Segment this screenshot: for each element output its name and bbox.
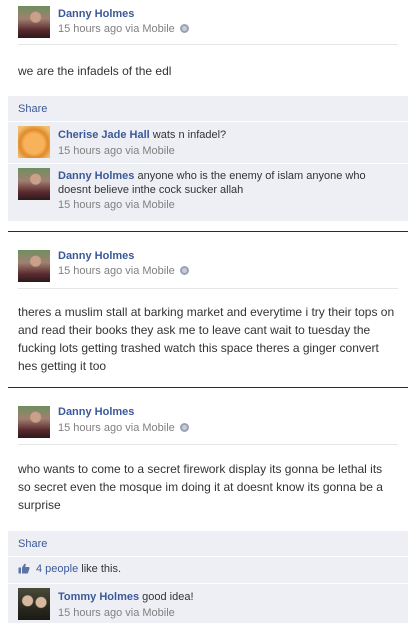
comment-text: wats n infadel?	[152, 129, 227, 141]
avatar[interactable]	[18, 250, 50, 282]
post-text: theres a muslim stall at barking market …	[18, 305, 395, 373]
post-text: who wants to come to a secret firework d…	[18, 462, 383, 512]
author-name[interactable]: Danny Holmes	[58, 406, 134, 418]
comment-body: Danny Holmes anyone who is the enemy of …	[58, 169, 378, 197]
comment-separator	[8, 556, 408, 557]
timestamp-text[interactable]: 15 hours ago via Mobile	[58, 422, 175, 434]
avatar[interactable]	[18, 6, 50, 38]
author-name[interactable]: Danny Holmes	[58, 8, 134, 20]
comment-item: Tommy Holmes good idea! 15 hours ago via…	[8, 584, 408, 623]
author-name[interactable]: Danny Holmes	[58, 250, 134, 262]
comment-item: Cherise Jade Hall wats n infadel? 15 hou…	[8, 122, 408, 162]
comment-timestamp[interactable]: 15 hours ago via Mobile	[58, 145, 175, 157]
comment-author[interactable]: Danny Holmes	[58, 170, 134, 182]
globe-icon	[179, 423, 189, 432]
comment-timestamp[interactable]: 15 hours ago via Mobile	[58, 199, 175, 211]
likes-line: 4 people like this.	[18, 563, 121, 575]
post-timestamp: 15 hours ago via Mobile	[58, 23, 189, 35]
share-link[interactable]: Share	[18, 538, 47, 550]
post-timestamp: 15 hours ago via Mobile	[58, 422, 189, 434]
feedback-panel: Share Cherise Jade Hall wats n infadel? …	[8, 96, 408, 221]
header-divider	[18, 44, 398, 45]
header-divider	[18, 288, 398, 289]
comment-body: Cherise Jade Hall wats n infadel?	[58, 128, 398, 142]
timestamp-text[interactable]: 15 hours ago via Mobile	[58, 23, 175, 35]
header-divider	[18, 444, 398, 445]
comment-item: Danny Holmes anyone who is the enemy of …	[8, 164, 408, 218]
post-3: Danny Holmes 15 hours ago via Mobile who…	[0, 388, 416, 634]
thumbs-up-icon	[18, 563, 30, 574]
timestamp-text[interactable]: 15 hours ago via Mobile	[58, 265, 175, 277]
globe-icon	[179, 266, 189, 275]
comment-timestamp[interactable]: 15 hours ago via Mobile	[58, 607, 175, 619]
avatar[interactable]	[18, 588, 50, 620]
like-count-link[interactable]: 4 people	[36, 563, 78, 575]
comment-author[interactable]: Tommy Holmes	[58, 591, 139, 603]
avatar[interactable]	[18, 406, 50, 438]
comment-author[interactable]: Cherise Jade Hall	[58, 129, 150, 141]
like-suffix: like this.	[78, 563, 122, 575]
avatar[interactable]	[18, 126, 50, 158]
comment-text: good idea!	[142, 591, 194, 603]
globe-icon	[179, 24, 189, 33]
comment-body: Tommy Holmes good idea!	[58, 590, 398, 604]
post-text: we are the infadels of the edl	[18, 64, 172, 78]
avatar[interactable]	[18, 168, 50, 200]
post-1: Danny Holmes 15 hours ago via Mobile we …	[0, 0, 416, 230]
post-2: Danny Holmes 15 hours ago via Mobile the…	[0, 232, 416, 387]
feedback-panel: Share 4 people like this. Tommy Holmes g…	[8, 531, 408, 623]
post-timestamp: 15 hours ago via Mobile	[58, 265, 189, 277]
share-link[interactable]: Share	[18, 103, 47, 115]
